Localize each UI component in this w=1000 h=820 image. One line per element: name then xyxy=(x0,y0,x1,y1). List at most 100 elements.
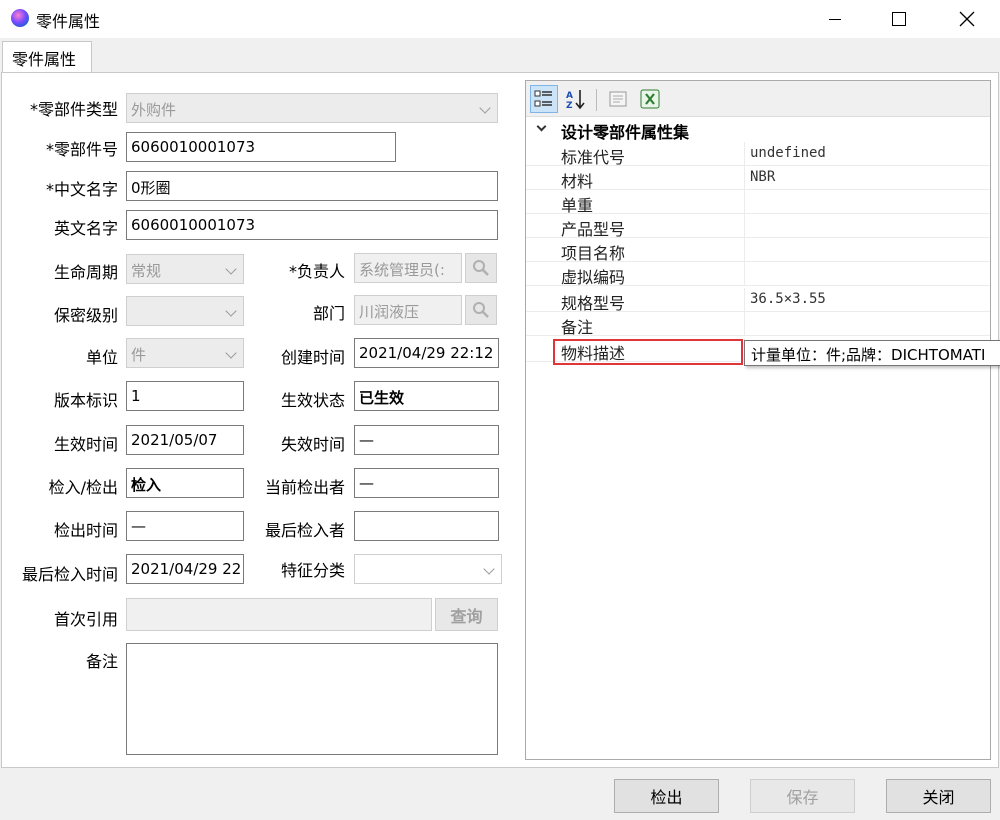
category-label: 设计零部件属性集 xyxy=(561,123,690,142)
version-label: 版本标识 xyxy=(53,391,118,410)
maximize-button[interactable] xyxy=(870,0,928,38)
title-bar: 零件属性 xyxy=(0,0,1000,38)
category-row[interactable]: 设计零部件属性集 xyxy=(526,118,990,142)
unit-value: 件 xyxy=(131,346,147,364)
property-name: 标准代号 xyxy=(561,148,626,167)
en-name-field[interactable]: 6060010001073 xyxy=(126,210,498,240)
minimize-button[interactable] xyxy=(806,0,864,38)
property-name: 单重 xyxy=(561,196,594,215)
column-divider xyxy=(744,312,745,336)
checkout-button[interactable]: 检出 xyxy=(614,779,719,813)
expire-time-field[interactable]: — xyxy=(354,425,499,455)
unit-select[interactable]: 件 xyxy=(126,338,244,368)
status-label: 生效状态 xyxy=(280,391,345,410)
excel-export-button[interactable] xyxy=(636,85,664,113)
property-row[interactable]: 项目名称 xyxy=(526,238,990,263)
property-row[interactable]: 规格型号 36.5×3.55 xyxy=(526,288,990,313)
department-label: 部门 xyxy=(312,304,345,323)
app-icon xyxy=(11,9,29,27)
feature-class-select[interactable] xyxy=(354,554,502,584)
en-name-label: 英文名字 xyxy=(53,219,118,238)
property-pages-button[interactable] xyxy=(604,85,632,113)
security-label: 保密级别 xyxy=(53,306,118,325)
categorized-icon xyxy=(534,90,552,107)
part-no-label: *零部件号 xyxy=(45,140,118,159)
cn-name-label: *中文名字 xyxy=(45,180,118,199)
created-field[interactable]: 2021/04/29 22:12 xyxy=(354,338,499,368)
column-divider xyxy=(744,262,745,286)
last-checkin-user-label: 最后检入者 xyxy=(264,521,345,540)
last-checkin-user-field[interactable] xyxy=(354,511,499,541)
property-name: 材料 xyxy=(561,172,594,191)
first-ref-label: 首次引用 xyxy=(53,610,118,629)
value-tooltip: 计量单位：件;品牌：DICHTOMATI xyxy=(744,340,1000,366)
excel-icon xyxy=(640,89,660,109)
property-value: undefined xyxy=(750,145,826,161)
first-ref-field[interactable] xyxy=(126,598,432,631)
part-type-select[interactable]: 外购件 xyxy=(126,93,498,123)
window-title: 零件属性 xyxy=(36,12,101,31)
lifecycle-label: 生命周期 xyxy=(53,263,118,282)
property-row[interactable]: 备注 xyxy=(526,312,990,337)
cn-name-field[interactable]: 0形圈 xyxy=(126,171,498,201)
property-name: 产品型号 xyxy=(561,220,626,239)
current-checkout-user-label: 当前检出者 xyxy=(264,478,345,497)
owner-lookup-button[interactable] xyxy=(465,253,497,283)
created-label: 创建时间 xyxy=(280,348,345,367)
property-name: 备注 xyxy=(561,318,594,337)
svg-text:Z: Z xyxy=(566,101,573,110)
remarks-label: 备注 xyxy=(85,652,118,671)
checkout-time-field[interactable]: — xyxy=(126,511,244,541)
last-checkin-time-label: 最后检入时间 xyxy=(21,565,118,584)
part-type-label: *零部件类型 xyxy=(29,100,118,119)
owner-label: *负责人 xyxy=(288,262,345,281)
part-no-field[interactable]: 6060010001073 xyxy=(126,132,396,162)
property-row[interactable]: 产品型号 xyxy=(526,214,990,239)
last-checkin-time-field[interactable]: 2021/04/29 22 xyxy=(126,554,244,584)
property-name: 规格型号 xyxy=(561,294,626,313)
minimize-icon xyxy=(829,18,841,20)
owner-field[interactable]: 系统管理员(: xyxy=(354,253,462,283)
close-window-button[interactable] xyxy=(938,0,996,38)
query-button[interactable]: 查询 xyxy=(435,598,498,631)
checkin-out-field[interactable]: 检入 xyxy=(126,468,244,498)
status-field[interactable]: 已生效 xyxy=(354,381,499,411)
department-field[interactable]: 川润液压 xyxy=(354,295,462,325)
property-name: 项目名称 xyxy=(561,244,626,263)
property-pages-icon xyxy=(609,91,627,107)
effective-time-label: 生效时间 xyxy=(53,435,118,454)
effective-time-field[interactable]: 2021/05/07 xyxy=(126,425,244,455)
sort-az-button[interactable]: A Z xyxy=(562,85,590,113)
search-icon xyxy=(473,260,489,276)
property-row[interactable]: 虚拟编码 xyxy=(526,262,990,287)
chevron-down-icon xyxy=(225,305,237,317)
department-lookup-button[interactable] xyxy=(465,295,497,325)
remarks-textarea[interactable] xyxy=(126,643,498,755)
property-row[interactable]: 标准代号 undefined xyxy=(526,142,990,167)
feature-class-label: 特征分类 xyxy=(280,561,345,580)
property-row[interactable]: 单重 xyxy=(526,190,990,215)
current-checkout-user-field[interactable]: — xyxy=(354,468,499,498)
checkin-out-label: 检入/检出 xyxy=(48,478,118,497)
tab-part-properties[interactable]: 零件属性 xyxy=(2,41,92,73)
column-divider xyxy=(744,214,745,238)
save-button[interactable]: 保存 xyxy=(750,779,855,813)
chevron-down-icon xyxy=(536,121,547,132)
maximize-icon xyxy=(892,12,906,26)
checkout-time-label: 检出时间 xyxy=(53,521,118,540)
chevron-down-icon xyxy=(225,263,237,275)
close-button[interactable]: 关闭 xyxy=(886,779,991,813)
property-value: 36.5×3.55 xyxy=(750,291,826,307)
property-value: NBR xyxy=(750,169,776,185)
column-divider xyxy=(744,142,745,166)
categorized-button[interactable] xyxy=(530,85,558,113)
unit-label: 单位 xyxy=(85,348,118,367)
part-type-value: 外购件 xyxy=(131,101,177,119)
lifecycle-select[interactable]: 常规 xyxy=(126,254,244,284)
security-select[interactable] xyxy=(126,296,244,326)
column-divider xyxy=(744,288,745,312)
selected-row-highlight xyxy=(553,339,743,365)
property-row[interactable]: 材料 NBR xyxy=(526,166,990,191)
close-icon xyxy=(959,11,975,27)
version-field[interactable]: 1 xyxy=(126,381,244,411)
